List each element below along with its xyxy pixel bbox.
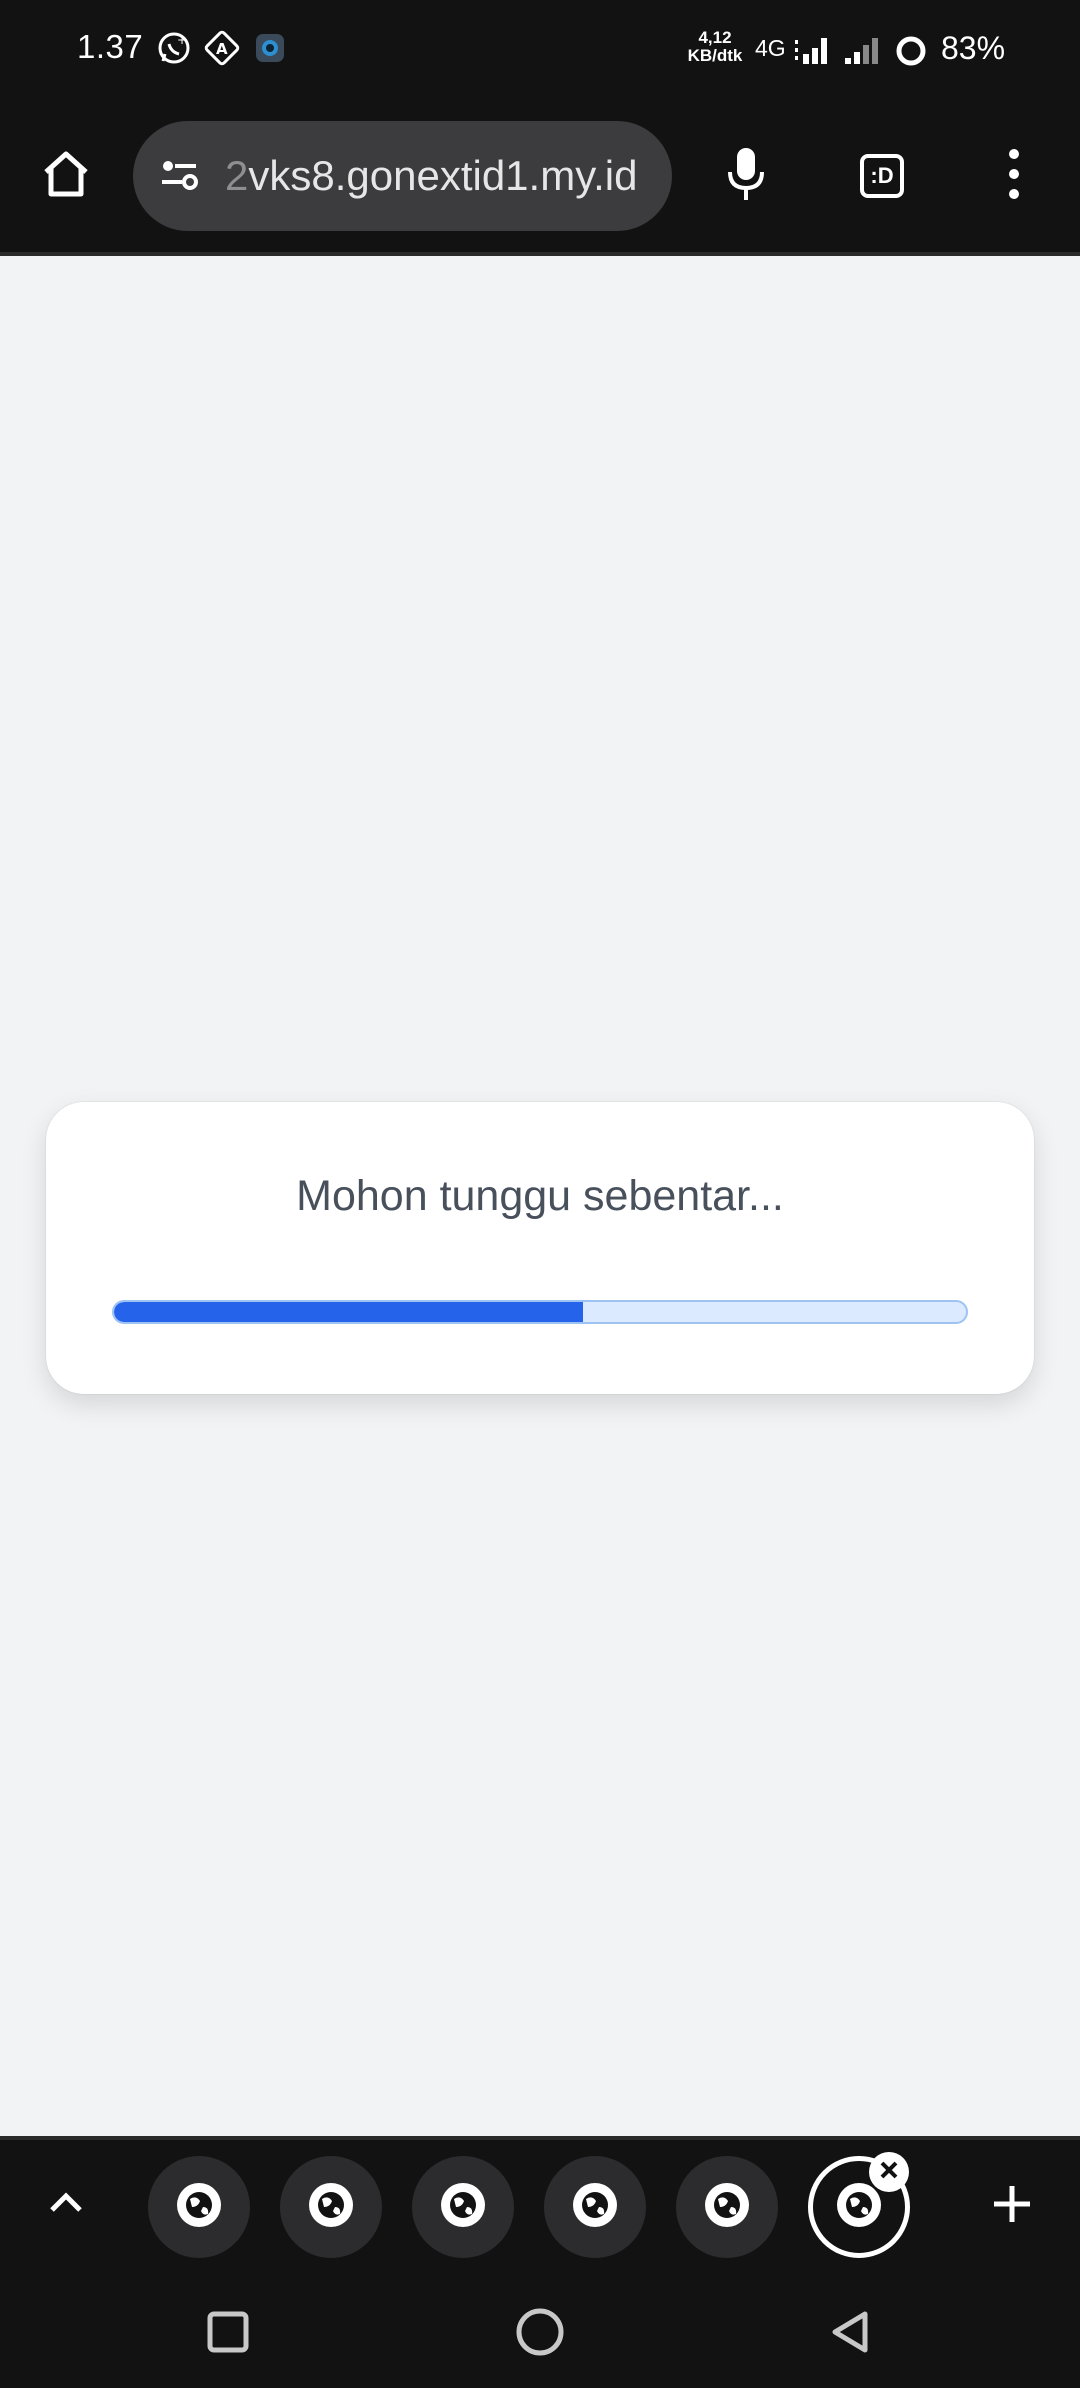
globe-icon xyxy=(569,2179,621,2236)
battery-level: 83% xyxy=(941,30,1006,66)
site-settings-button[interactable] xyxy=(151,147,209,205)
status-bar: 1.37 + A 4,12 KB/dtk 4G 83% xyxy=(0,0,1080,100)
loading-card: Mohon tunggu sebentar... xyxy=(46,1102,1034,1394)
recents-button[interactable] xyxy=(192,2298,264,2370)
chevron-up-icon xyxy=(48,2190,84,2219)
tune-icon xyxy=(158,152,202,201)
signal-icon xyxy=(793,34,833,71)
progress-fill xyxy=(114,1302,583,1322)
loading-message: Mohon tunggu sebentar... xyxy=(296,1172,784,1220)
url-text[interactable]: 2vks8.gonextid1.my.id xyxy=(225,151,665,201)
home-icon xyxy=(38,146,94,207)
address-bar[interactable]: 2vks8.gonextid1.my.id xyxy=(133,121,672,231)
svg-text:+: + xyxy=(177,33,187,47)
app-icon xyxy=(252,30,288,66)
more-vert-icon xyxy=(1004,146,1024,207)
url-faded-part: 2 xyxy=(225,152,249,199)
collapse-tab-strip-button[interactable] xyxy=(36,2174,96,2234)
progress-bar xyxy=(112,1300,968,1324)
back-button[interactable] xyxy=(814,2298,886,2370)
toolbar-divider xyxy=(0,252,1080,256)
translate-icon: A xyxy=(204,30,240,66)
net-speed: 4,12 KB/dtk xyxy=(686,29,744,65)
tab-item[interactable] xyxy=(544,2156,646,2258)
globe-icon xyxy=(173,2179,225,2236)
system-nav-bar xyxy=(0,2278,1080,2388)
tab-item[interactable] xyxy=(412,2156,514,2258)
net-speed-unit: KB/dtk xyxy=(687,46,743,65)
back-icon xyxy=(827,2309,873,2360)
battery-ring-icon xyxy=(894,34,928,73)
home-button[interactable] xyxy=(30,140,102,212)
url-domain: vks8.gonextid1.my.id xyxy=(248,152,638,199)
status-time: 1.37 xyxy=(77,28,144,65)
tab-strip xyxy=(0,2140,1080,2278)
home-circle-icon xyxy=(514,2306,566,2363)
system-home-button[interactable] xyxy=(504,2298,576,2370)
browser-toolbar: 2vks8.gonextid1.my.id :D xyxy=(0,100,1080,252)
svg-text:A: A xyxy=(216,40,228,58)
tab-item[interactable] xyxy=(676,2156,778,2258)
signal-icon-2 xyxy=(843,34,883,71)
mic-icon xyxy=(722,144,770,209)
plus-icon xyxy=(990,2182,1034,2231)
menu-button[interactable] xyxy=(978,140,1050,212)
globe-icon xyxy=(437,2179,489,2236)
network-type: 4G xyxy=(755,35,786,61)
close-tab-button[interactable] xyxy=(869,2152,909,2192)
globe-icon xyxy=(701,2179,753,2236)
net-speed-value: 4,12 xyxy=(698,28,732,47)
whatsapp-icon: + xyxy=(156,30,192,66)
globe-icon xyxy=(305,2179,357,2236)
tab-item[interactable] xyxy=(280,2156,382,2258)
voice-search-button[interactable] xyxy=(710,140,782,212)
close-icon xyxy=(878,2159,900,2186)
tab-switcher-button[interactable]: :D xyxy=(846,140,918,212)
tab-item[interactable] xyxy=(148,2156,250,2258)
tab-count: :D xyxy=(860,154,904,198)
recents-icon xyxy=(205,2309,251,2360)
new-tab-button[interactable] xyxy=(980,2174,1044,2238)
